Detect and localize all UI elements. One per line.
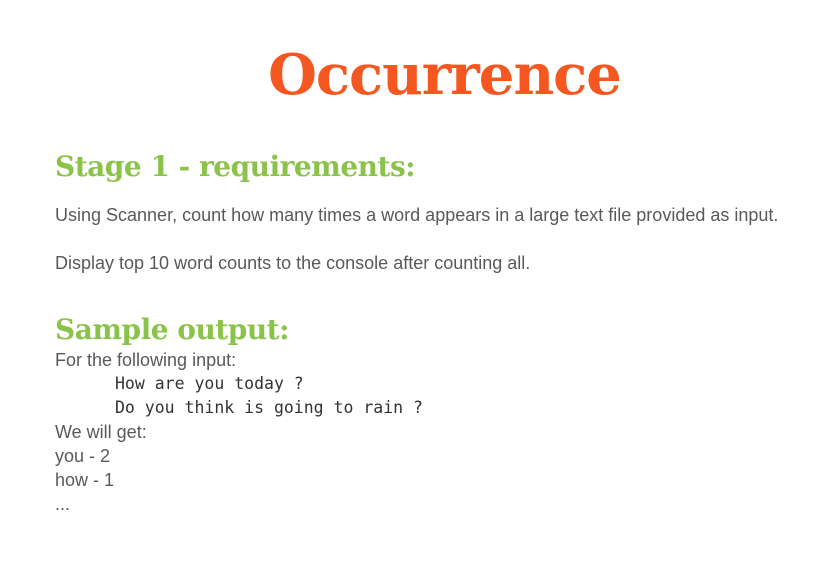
result-line: how - 1 [55, 470, 115, 490]
stage1-paragraph-1: Using Scanner, count how many times a wo… [55, 205, 779, 225]
code-line: Do you think is going to rain ? [115, 398, 423, 417]
document-body: Stage 1 - requirements: Using Scanner, c… [55, 148, 815, 516]
stage1-paragraph-2: Display top 10 word counts to the consol… [55, 253, 531, 273]
sample-output-block: For the following input: How are you tod… [55, 348, 815, 516]
stage1-heading: Stage 1 - requirements: [55, 150, 416, 183]
code-line: How are you today ? [115, 374, 304, 393]
sample-output-heading: Sample output: [55, 313, 289, 346]
result-line: you - 2 [55, 446, 111, 466]
result-intro-text: We will get: [55, 422, 147, 442]
sample-intro-text: For the following input: [55, 350, 237, 370]
result-ellipsis: ... [55, 494, 71, 514]
page-title: Occurrence [268, 42, 622, 108]
